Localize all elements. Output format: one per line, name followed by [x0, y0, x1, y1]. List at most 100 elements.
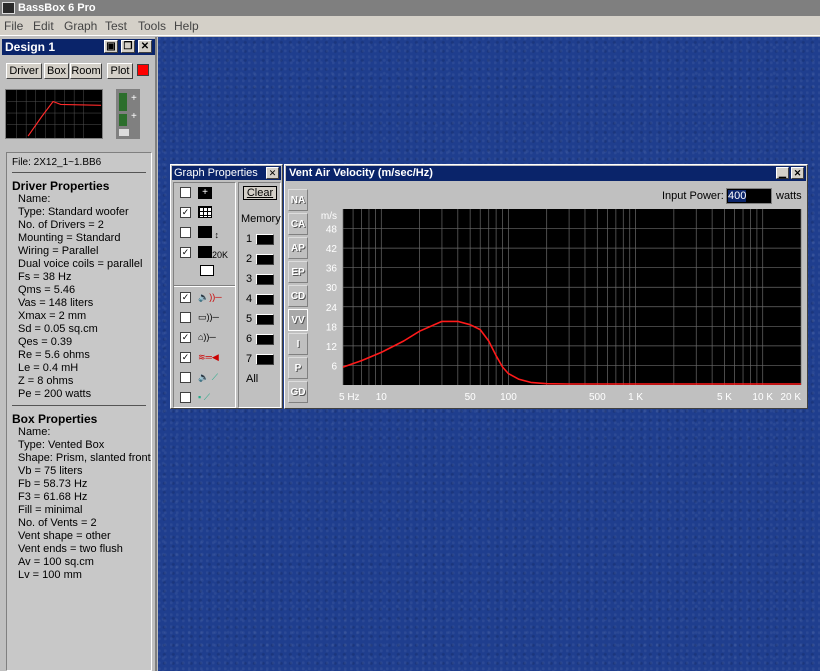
- driver-box-icon[interactable]: + +: [116, 89, 140, 139]
- memory-all-button[interactable]: All: [246, 373, 258, 385]
- graph-option-checkbox[interactable]: ✓: [180, 207, 191, 218]
- menu-edit[interactable]: Edit: [33, 19, 54, 33]
- memory-slot-number: 4: [246, 293, 253, 305]
- graph-properties-title: Graph Properties: [174, 167, 258, 179]
- graph-tab-gd[interactable]: GD: [288, 381, 308, 403]
- graph-titlebar: Vent Air Velocity (m/sec/Hz) ▁ ✕: [286, 166, 806, 181]
- driver-properties-heading: Driver Properties: [12, 179, 110, 193]
- memory-slot-number: 2: [246, 253, 253, 265]
- y-tick-label: 24: [326, 303, 338, 314]
- graph-option-checkbox[interactable]: [180, 372, 191, 383]
- memory-slot-button[interactable]: [256, 314, 274, 325]
- design-copy-icon[interactable]: ❐: [121, 40, 135, 53]
- property-line: Qes = 0.39: [18, 336, 73, 348]
- graph-options-panel: + ↕ 20K 🔈))─ ▭))─ ⌂))─ ≋═◀ 🔈 ⟋ ▪ ⟋ ✓ ✓ ✓ ✓ ✓: [173, 182, 236, 408]
- room-output-icon: ⌂))─: [198, 332, 216, 342]
- memory-slot-number: 7: [246, 353, 253, 365]
- graph-option-checkbox[interactable]: [180, 227, 191, 238]
- input-power-field[interactable]: 400: [726, 188, 772, 204]
- property-line: Fs = 38 Hz: [18, 271, 72, 283]
- box-tab-button[interactable]: Box: [44, 63, 69, 79]
- menu-help[interactable]: Help: [174, 19, 199, 33]
- property-line: Dual voice coils = parallel: [18, 258, 143, 270]
- divider: [12, 172, 146, 173]
- x-tick-label: 50: [465, 392, 477, 403]
- graph-tab-p[interactable]: P: [288, 357, 308, 379]
- graph-option-checkbox[interactable]: ✓: [180, 352, 191, 363]
- speaker-output-icon: 🔈))─: [198, 292, 222, 302]
- crosshair-icon: +: [198, 186, 228, 199]
- menu-graph[interactable]: Graph: [64, 19, 97, 33]
- property-line: Vb = 75 liters: [18, 465, 83, 477]
- memory-slot-button[interactable]: [256, 234, 274, 245]
- menu-bar: File Edit Graph Test Tools Help: [0, 16, 820, 36]
- property-line: Pe = 200 watts: [18, 388, 92, 400]
- property-line: Type: Vented Box: [18, 439, 105, 451]
- memory-slot-button[interactable]: [256, 334, 274, 345]
- box-curve-icon: ▪ ⟋: [198, 392, 210, 402]
- memory-panel: Clear Memory All 1 2 3 4 5 6 7: [238, 182, 281, 408]
- graph-tab-ap[interactable]: AP: [288, 237, 308, 259]
- graph-option-checkbox[interactable]: ✓: [180, 332, 191, 343]
- y-tick-label: 12: [326, 342, 338, 353]
- plot-area: [343, 209, 801, 385]
- property-line: Fb = 58.73 Hz: [18, 478, 88, 490]
- x-tick-label: 10 K: [752, 392, 773, 403]
- minimize-icon[interactable]: ▁: [776, 167, 789, 179]
- room-tab-button[interactable]: Room: [70, 63, 102, 79]
- y-tick-label: 36: [326, 264, 338, 275]
- graph-tab-i[interactable]: I: [288, 333, 308, 355]
- plot-color-swatch[interactable]: [137, 64, 149, 76]
- menu-tools[interactable]: Tools: [138, 19, 166, 33]
- memory-label: Memory: [241, 213, 281, 225]
- watts-label: watts: [776, 190, 802, 202]
- close-icon[interactable]: ✕: [791, 167, 804, 179]
- property-line: Fill = minimal: [18, 504, 83, 516]
- mini-response-graph: [5, 89, 103, 139]
- graph-tab-na[interactable]: NA: [288, 189, 308, 211]
- export-icon[interactable]: [200, 265, 230, 278]
- graph-tab-ep[interactable]: EP: [288, 261, 308, 283]
- graph-option-checkbox[interactable]: [180, 187, 191, 198]
- scale-vertical-icon: ↕: [198, 226, 228, 240]
- memory-slot-button[interactable]: [256, 274, 274, 285]
- app-titlebar: BassBox 6 Pro: [0, 0, 820, 16]
- vent-velocity-chart: 6 12 18 24 30 36 42 48 m/s 5 Hz 10 50 100 500 1 K 5 K 10…: [321, 209, 802, 403]
- menu-file[interactable]: File: [4, 19, 23, 33]
- memory-slot-number: 1: [246, 233, 253, 245]
- property-line: Wiring = Parallel: [18, 245, 99, 257]
- property-line: No. of Drivers = 2: [18, 219, 104, 231]
- property-line: Shape: Prism, slanted front: [18, 452, 151, 464]
- memory-slot-button[interactable]: [256, 254, 274, 265]
- menu-test[interactable]: Test: [105, 19, 127, 33]
- y-tick-label: 42: [326, 244, 338, 255]
- scale-20k-label: 20K: [212, 250, 229, 260]
- x-tick-label: 1 K: [628, 392, 643, 403]
- clear-button[interactable]: Clear: [243, 186, 277, 200]
- vent-velocity-graph-window: Vent Air Velocity (m/sec/Hz) ▁ ✕ NA CA AP E…: [284, 164, 808, 409]
- memory-slot-button[interactable]: [256, 294, 274, 305]
- divider: [12, 405, 146, 406]
- design-save-icon[interactable]: ▣: [104, 40, 118, 53]
- app-title: BassBox 6 Pro: [18, 2, 96, 14]
- speaker-curve-icon: 🔈 ⟋: [198, 372, 219, 382]
- driver-tab-button[interactable]: Driver: [6, 63, 42, 79]
- box-properties-heading: Box Properties: [12, 412, 98, 426]
- plot-tab-button[interactable]: Plot: [107, 63, 133, 79]
- x-tick-label: 5 K: [717, 392, 732, 403]
- graph-option-checkbox[interactable]: ✓: [180, 247, 191, 258]
- graph-tab-cd[interactable]: CD: [288, 285, 308, 307]
- graph-properties-close-icon[interactable]: ✕: [266, 167, 279, 179]
- graph-tab-ca[interactable]: CA: [288, 213, 308, 235]
- graph-option-checkbox[interactable]: ✓: [180, 292, 191, 303]
- grid-icon: [198, 206, 228, 219]
- property-line: Le = 0.4 mH: [18, 362, 79, 374]
- design-close-icon[interactable]: ✕: [138, 40, 152, 53]
- property-line: Qms = 5.46: [18, 284, 76, 296]
- graph-option-checkbox[interactable]: [180, 312, 191, 323]
- graph-tab-vv[interactable]: VV: [288, 309, 308, 331]
- graph-title: Vent Air Velocity (m/sec/Hz): [289, 167, 433, 179]
- property-line: Lv = 100 mm: [18, 569, 82, 581]
- memory-slot-button[interactable]: [256, 354, 274, 365]
- graph-option-checkbox[interactable]: [180, 392, 191, 403]
